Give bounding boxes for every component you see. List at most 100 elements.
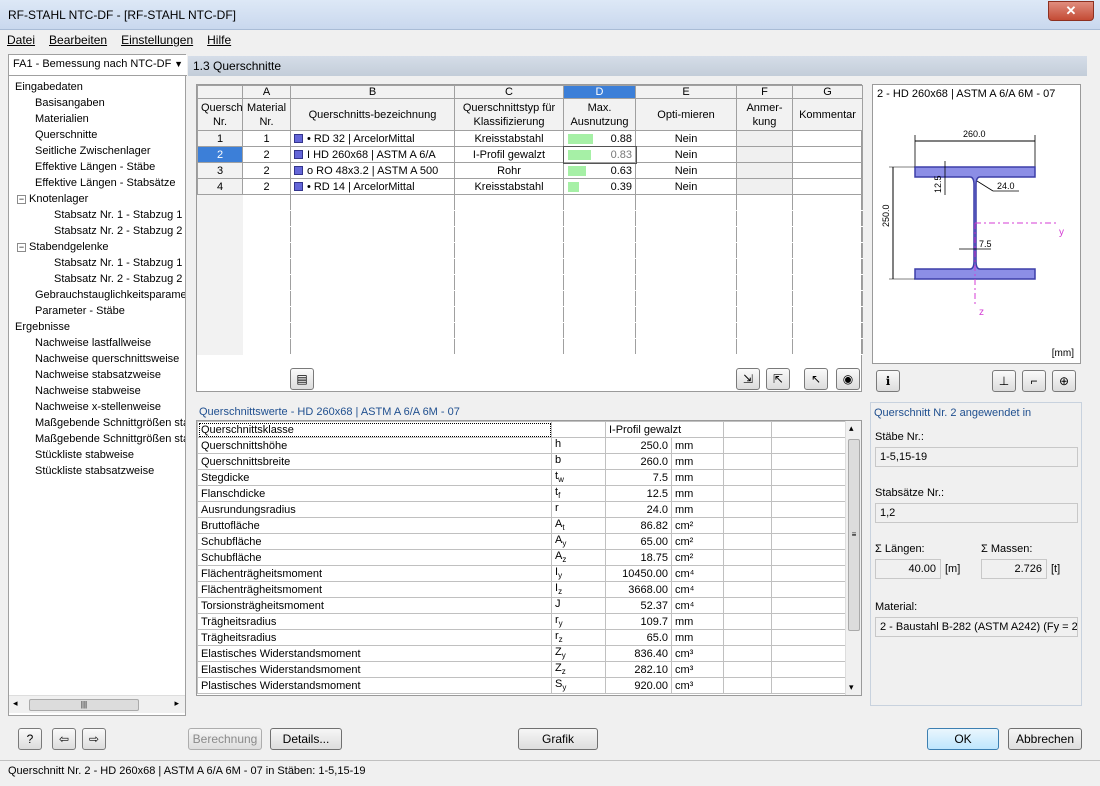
tree-group[interactable]: Ergebnisse — [9, 319, 185, 335]
property-row[interactable]: Flanschdicke tf 12.5 mm — [197, 485, 847, 502]
import-excel-icon[interactable]: ⇱ — [766, 368, 790, 390]
scroll-left-icon[interactable]: ◂ — [13, 698, 18, 709]
row-number[interactable]: 2 — [197, 146, 243, 163]
scroll-down-icon[interactable]: ▾ — [849, 682, 854, 693]
row-number[interactable]: 1 — [197, 130, 243, 147]
optimize-cell[interactable]: Nein — [635, 146, 737, 163]
property-row[interactable]: Schubfläche Az 18.75 cm² — [197, 549, 847, 566]
tree-item[interactable]: Effektive Längen - Stabsätze — [9, 175, 185, 191]
tree-item[interactable]: Effektive Längen - Stäbe — [9, 159, 185, 175]
tree-item[interactable]: Nachweise stabweise — [9, 383, 185, 399]
utilization-cell[interactable]: 0.88 — [563, 130, 636, 147]
section-type-cell[interactable]: Kreisstabstahl — [454, 130, 564, 147]
utilization-cell[interactable]: 0.63 — [563, 162, 636, 179]
tree-item[interactable]: Stabsatz Nr. 1 - Stabzug 1 — [9, 255, 185, 271]
tree-item[interactable]: Maßgebende Schnittgrößen stabweise — [9, 415, 185, 431]
navigator-horizontal-scrollbar[interactable]: ◂ ||| ▸ — [9, 695, 185, 713]
menu-bearbeiten[interactable]: Bearbeiten — [42, 30, 114, 47]
property-row[interactable]: Querschnittsbreite b 260.0 mm — [197, 453, 847, 470]
table-row[interactable]: 2 2 I HD 260x68 | ASTM A 6/A I-Profil gewalz… — [197, 145, 863, 164]
calculation-button[interactable]: Berechnung — [188, 728, 262, 750]
property-row[interactable]: Querschnittsklasse I-Profil gewalzt — [197, 421, 847, 438]
section-name-cell[interactable]: I HD 260x68 | ASTM A 6/A — [290, 146, 455, 163]
help-icon[interactable]: ? — [18, 728, 42, 750]
table-row[interactable]: 1 1 • RD 32 | ArcelorMittal Kreisstabstahl 0.… — [197, 130, 863, 147]
property-row[interactable]: Trägheitsradius ry 109.7 mm — [197, 613, 847, 630]
previous-icon[interactable]: ⇦ — [52, 728, 76, 750]
details-button[interactable]: Details... — [270, 728, 342, 750]
property-row[interactable]: Ausrundungsradius r 24.0 mm — [197, 501, 847, 518]
col-letter-e[interactable]: E — [635, 85, 737, 99]
tree-item[interactable]: Stückliste stabweise — [9, 447, 185, 463]
tree-item[interactable]: Stückliste stabsatzweise — [9, 463, 185, 479]
section-name-cell[interactable]: o RO 48x3.2 | ASTM A 500 — [290, 162, 455, 179]
section-type-cell[interactable]: Kreisstabstahl — [454, 178, 564, 195]
property-row[interactable]: Trägheitsradius rz 65.0 mm — [197, 629, 847, 646]
tree-group[interactable]: Eingabedaten — [9, 79, 185, 95]
export-excel-icon[interactable]: ⇲ — [736, 368, 760, 390]
row-number[interactable]: 4 — [197, 178, 243, 195]
collapse-icon[interactable]: − — [17, 242, 26, 252]
close-button[interactable]: ✕ — [1048, 1, 1094, 21]
comment-cell[interactable] — [792, 146, 863, 163]
comment-cell[interactable] — [792, 178, 863, 195]
property-row[interactable]: Torsionsträgheitsmoment J 52.37 cm⁴ — [197, 597, 847, 614]
col-letter-a[interactable]: A — [242, 85, 291, 99]
collapse-icon[interactable]: − — [17, 194, 26, 204]
dropdown-arrow-icon[interactable]: ▼ — [174, 59, 183, 69]
section-type-cell[interactable]: Rohr — [454, 162, 564, 179]
library-icon[interactable]: ▤ — [290, 368, 314, 390]
col-letter-g[interactable]: G — [792, 85, 863, 99]
table-row[interactable]: 4 2 • RD 14 | ArcelorMittal Kreisstabstahl 0.… — [197, 178, 863, 195]
remark-cell[interactable] — [736, 178, 793, 195]
utilization-cell[interactable]: 0.83 — [562, 145, 637, 164]
tree-item[interactable]: Nachweise stabsatzweise — [9, 367, 185, 383]
col-letter-c[interactable]: C — [454, 85, 564, 99]
view-eye-icon[interactable]: ◉ — [836, 368, 860, 390]
col-letter-d[interactable]: D — [563, 85, 636, 99]
property-row[interactable]: Bruttofläche At 86.82 cm² — [197, 517, 847, 534]
menu-hilfe[interactable]: Hilfe — [200, 30, 238, 47]
material-cell[interactable]: 2 — [242, 162, 291, 179]
axes-icon[interactable]: ⌐ — [1022, 370, 1046, 392]
select-pointer-icon[interactable]: ↖ — [804, 368, 828, 390]
property-row[interactable]: Flächenträgheitsmoment Iy 10450.00 cm⁴ — [197, 565, 847, 582]
section-name-cell[interactable]: • RD 32 | ArcelorMittal — [290, 130, 455, 147]
section-name-cell[interactable]: • RD 14 | ArcelorMittal — [290, 178, 455, 195]
section-type-cell[interactable]: I-Profil gewalzt — [454, 146, 564, 163]
property-row[interactable]: Plastisches Widerstandsmoment Sy 920.00 cm³ — [197, 677, 847, 694]
property-row[interactable]: Elastisches Widerstandsmoment Zz 282.10 cm³ — [197, 661, 847, 678]
property-row[interactable]: Flächenträgheitsmoment Iz 3668.00 cm⁴ — [197, 581, 847, 598]
optimize-cell[interactable]: Nein — [635, 178, 737, 195]
utilization-cell[interactable]: 0.39 — [563, 178, 636, 195]
remark-cell[interactable] — [736, 146, 793, 163]
tree-item[interactable]: Basisangaben — [9, 95, 185, 111]
tree-item[interactable]: Maßgebende Schnittgrößen stabsatzweise — [9, 431, 185, 447]
ok-button[interactable]: OK — [927, 728, 999, 750]
scroll-up-icon[interactable]: ▴ — [849, 423, 854, 434]
property-row[interactable]: Stegdicke tw 7.5 mm — [197, 469, 847, 486]
tree-item[interactable]: Nachweise querschnittsweise — [9, 351, 185, 367]
graphic-button[interactable]: Grafik — [518, 728, 598, 750]
tree-item[interactable]: Stabsatz Nr. 1 - Stabzug 1 — [9, 207, 185, 223]
tree-item[interactable]: Nachweise x-stellenweise — [9, 399, 185, 415]
material-cell[interactable]: 2 — [242, 178, 291, 195]
optimize-cell[interactable]: Nein — [635, 162, 737, 179]
table-row[interactable]: 3 2 o RO 48x3.2 | ASTM A 500 Rohr 0.63 Nein — [197, 162, 863, 179]
comment-cell[interactable] — [792, 162, 863, 179]
scroll-right-icon[interactable]: ▸ — [174, 698, 179, 709]
properties-vertical-scrollbar[interactable]: ▴ ≡ ▾ — [845, 421, 861, 695]
tree-item[interactable]: Stabsatz Nr. 2 - Stabzug 2 — [9, 223, 185, 239]
property-row[interactable]: Schubfläche Ay 65.00 cm² — [197, 533, 847, 550]
col-letter-b[interactable]: B — [290, 85, 455, 99]
property-row[interactable]: Querschnittshöhe h 250.0 mm — [197, 437, 847, 454]
scrollbar-thumb[interactable]: ||| — [29, 699, 139, 711]
info-icon[interactable]: ℹ — [876, 370, 900, 392]
remark-cell[interactable] — [736, 162, 793, 179]
next-icon[interactable]: ⇨ — [82, 728, 106, 750]
optimize-cell[interactable]: Nein — [635, 130, 737, 147]
remark-cell[interactable] — [736, 130, 793, 147]
design-case-select[interactable]: FA1 - Bemessung nach NTC-DF ▼ — [9, 55, 187, 76]
scrollbar-thumb[interactable]: ≡ — [848, 439, 860, 631]
material-cell[interactable]: 2 — [242, 146, 291, 163]
